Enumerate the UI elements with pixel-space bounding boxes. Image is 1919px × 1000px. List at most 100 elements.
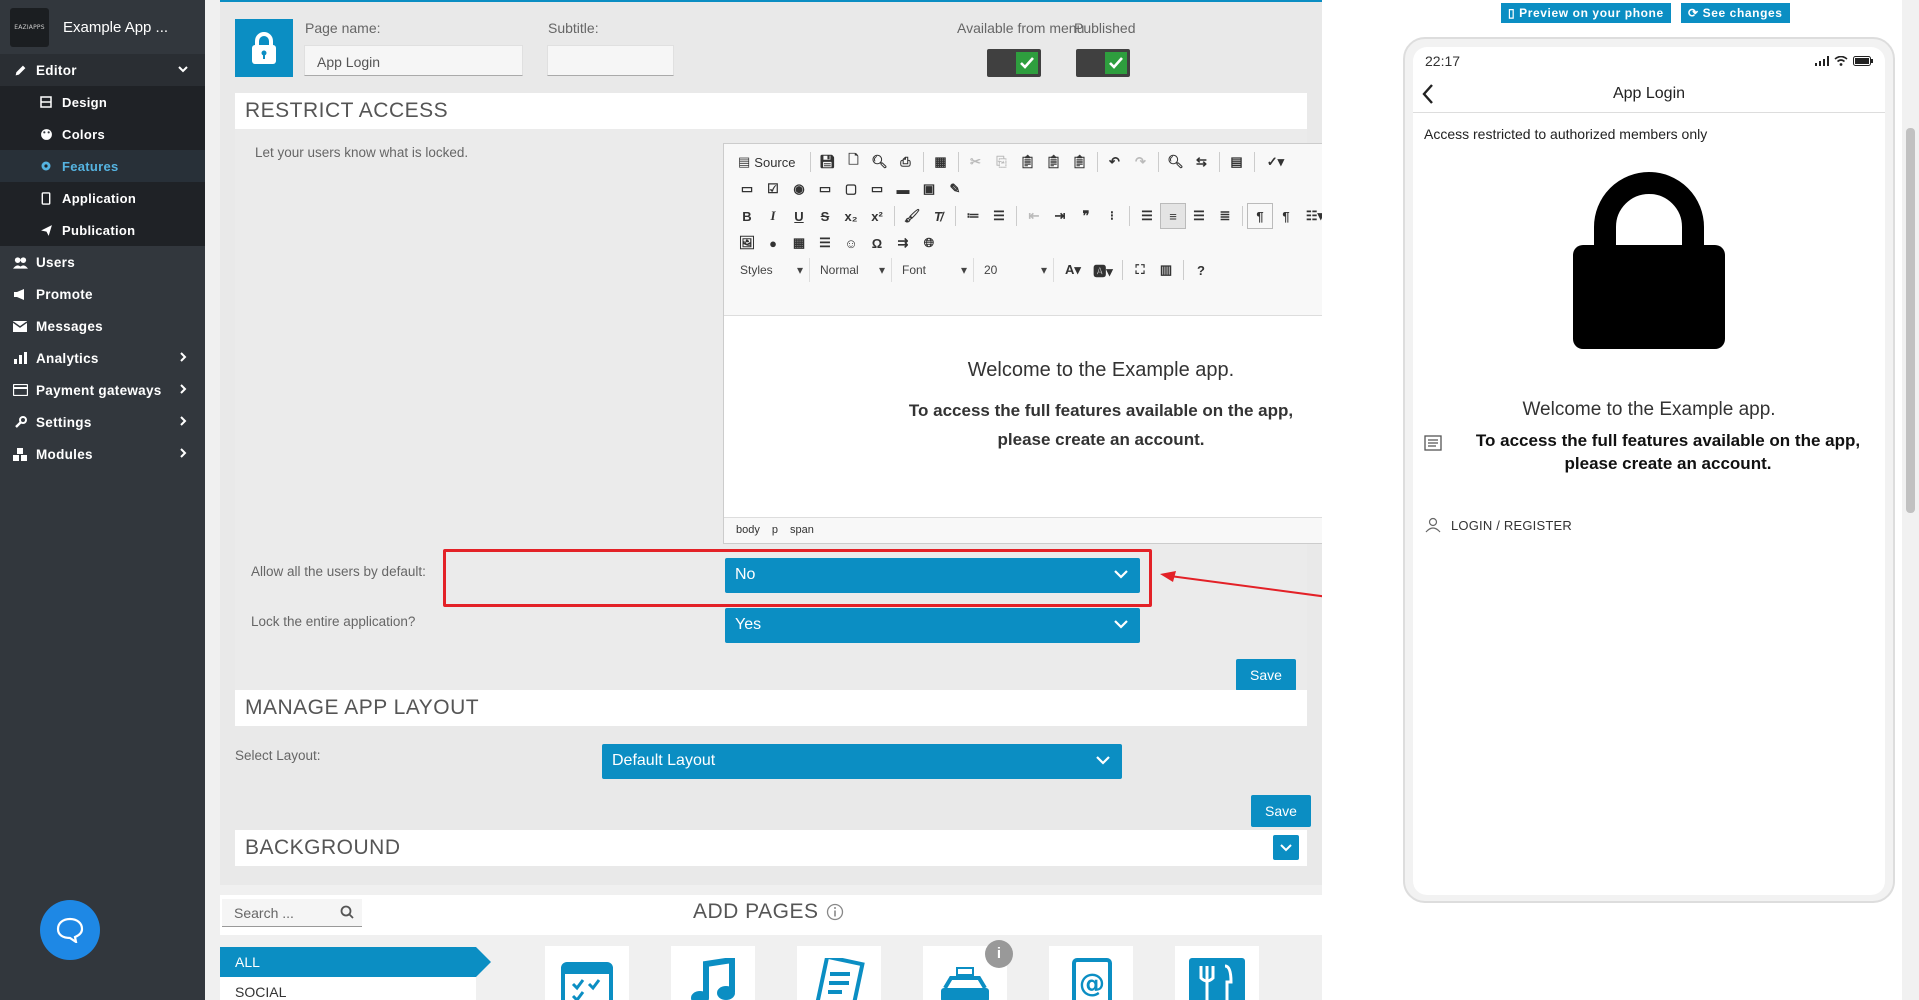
text-color-icon[interactable]: A▾ [1058,257,1088,283]
info-icon[interactable] [826,903,844,921]
page-tile-music[interactable] [671,946,755,1000]
path-p[interactable]: p [772,524,778,537]
source-button[interactable]: ▤ Source [734,154,800,170]
page-tile-taxi[interactable]: i [923,940,1013,1000]
form-icon[interactable]: ▭ [734,176,760,202]
path-span[interactable]: span [790,524,814,537]
hidden-field-icon[interactable]: ✎ [942,176,968,202]
editor-content[interactable]: Welcome to the Example app. To access th… [724,317,1322,519]
align-right-icon[interactable]: ☰ [1186,203,1212,229]
chat-button[interactable] [40,900,100,960]
indent-icon[interactable]: ⇥ [1047,203,1073,229]
sidebar-item-promote[interactable]: Promote [0,278,205,310]
paste-icon[interactable]: 📋︎ [1015,149,1041,175]
sidebar-item-messages[interactable]: Messages [0,310,205,342]
div-container-icon[interactable]: ⁝ [1099,203,1125,229]
find-icon[interactable]: 🔍︎ [1163,149,1189,175]
print-icon[interactable]: ⎙ [893,149,919,175]
replace-icon[interactable]: ⇆ [1189,149,1215,175]
see-changes-button[interactable]: ⟳ See changes [1681,3,1790,23]
italic-icon[interactable]: I [760,203,786,229]
outdent-icon[interactable]: ⇤ [1021,203,1047,229]
preview-on-phone-button[interactable]: ▯ Preview on your phone [1501,3,1671,23]
checkbox-icon[interactable]: ☑ [760,176,786,202]
save-icon[interactable]: 💾︎ [815,149,841,175]
sidebar-item-editor[interactable]: Editor [0,54,205,86]
select-field-icon[interactable]: ▭ [864,176,890,202]
page-scrollbar[interactable] [1902,0,1919,1000]
select-all-icon[interactable]: ▤ [1224,149,1250,175]
sidebar-item-publication[interactable]: Publication [0,214,205,246]
help-icon[interactable]: ? [1188,257,1214,283]
paste-word-icon[interactable]: 📋︎ [1067,149,1093,175]
restrict-access-header[interactable]: RESTRICT ACCESS [235,93,1307,129]
cut-icon[interactable]: ✂ [963,149,989,175]
textarea-icon[interactable]: ▢ [838,176,864,202]
ltr-icon[interactable]: ¶ [1247,203,1273,229]
background-expand-button[interactable] [1273,835,1299,860]
sidebar-item-colors[interactable]: Colors [0,118,205,150]
sidebar-item-modules[interactable]: Modules [0,438,205,470]
spellcheck-icon[interactable]: ✓▾ [1259,149,1293,175]
remove-format-icon[interactable]: T̸ [925,203,951,229]
sidebar-item-payment-gateways[interactable]: Payment gateways [0,374,205,406]
path-body[interactable]: body [736,524,760,537]
layout-select[interactable]: Default Layout [602,744,1122,779]
category-all[interactable]: ALL [220,947,491,977]
sidebar-item-users[interactable]: Users [0,246,205,278]
numbered-list-icon[interactable]: ≔ [960,203,986,229]
sidebar-item-features[interactable]: Features [0,150,205,182]
button-field-icon[interactable]: ▬ [890,176,916,202]
align-left-icon[interactable]: ☰ [1134,203,1160,229]
page-name-field[interactable]: App Login [304,45,523,76]
flash-icon[interactable]: ● [760,230,786,256]
restrict-save-button[interactable]: Save [1236,659,1296,691]
superscript-icon[interactable]: x² [864,203,890,229]
info-badge-icon[interactable]: i [985,940,1013,968]
subscript-icon[interactable]: x₂ [838,203,864,229]
align-center-icon[interactable]: ≡ [1160,203,1186,229]
language-icon[interactable]: ☷▾ [1299,203,1322,229]
textfield-icon[interactable]: ▭ [812,176,838,202]
justify-icon[interactable]: ≣ [1212,203,1238,229]
paste-text-icon[interactable]: 📋︎ [1041,149,1067,175]
sidebar-item-application[interactable]: Application [0,182,205,214]
page-scroll-thumb[interactable] [1906,128,1915,513]
page-break-icon[interactable]: ⇉ [890,230,916,256]
page-tile-restaurant[interactable] [1175,946,1259,1000]
lock-app-select[interactable]: Yes [725,608,1140,643]
iframe-icon[interactable]: 🌐︎ [916,230,942,256]
sidebar-item-settings[interactable]: Settings [0,406,205,438]
brand[interactable]: EAZIAPPS Example App ... [0,0,205,54]
back-arrow-icon[interactable] [1421,83,1435,105]
copy-icon[interactable]: ⎘ [989,149,1015,175]
size-dropdown[interactable]: 20 ▾ [978,258,1054,282]
page-tile-calendar[interactable] [545,946,629,1000]
subtitle-field[interactable] [547,45,674,76]
special-char-icon[interactable]: Ω [864,230,890,256]
strike-icon[interactable]: S [812,203,838,229]
font-dropdown[interactable]: Font ▾ [896,258,974,282]
background-header[interactable]: BACKGROUND [235,830,1307,866]
redo-icon[interactable]: ↷ [1128,149,1154,175]
undo-icon[interactable]: ↶ [1102,149,1128,175]
show-blocks-icon[interactable]: ▥ [1153,257,1179,283]
table-icon[interactable]: ▦ [786,230,812,256]
manage-layout-header[interactable]: MANAGE APP LAYOUT [235,690,1307,726]
page-tile-contacts[interactable]: @ [1049,946,1133,1000]
underline-icon[interactable]: U [786,203,812,229]
bullet-list-icon[interactable]: ☰ [986,203,1012,229]
blockquote-icon[interactable]: ❞ [1073,203,1099,229]
rich-text-editor[interactable]: ▤Source 💾︎ 🗋 🔍︎ ⎙ ▦ ✂ ⎘ 📋︎ 📋︎ 📋︎ ↶ ↷ 🔍︎ [723,143,1322,544]
available-from-menu-toggle[interactable] [987,49,1041,77]
image-button-icon[interactable]: ▣ [916,176,942,202]
copy-format-icon[interactable]: 🖌︎ [899,203,925,229]
page-tile-form[interactable] [797,946,881,1000]
rtl-icon[interactable]: ¶ [1273,203,1299,229]
new-page-icon[interactable]: 🗋 [841,149,867,175]
format-dropdown[interactable]: Normal ▾ [814,258,892,282]
radio-icon[interactable]: ◉ [786,176,812,202]
sidebar-item-analytics[interactable]: Analytics [0,342,205,374]
smiley-icon[interactable]: ☺ [838,230,864,256]
sidebar-item-design[interactable]: Design [0,86,205,118]
